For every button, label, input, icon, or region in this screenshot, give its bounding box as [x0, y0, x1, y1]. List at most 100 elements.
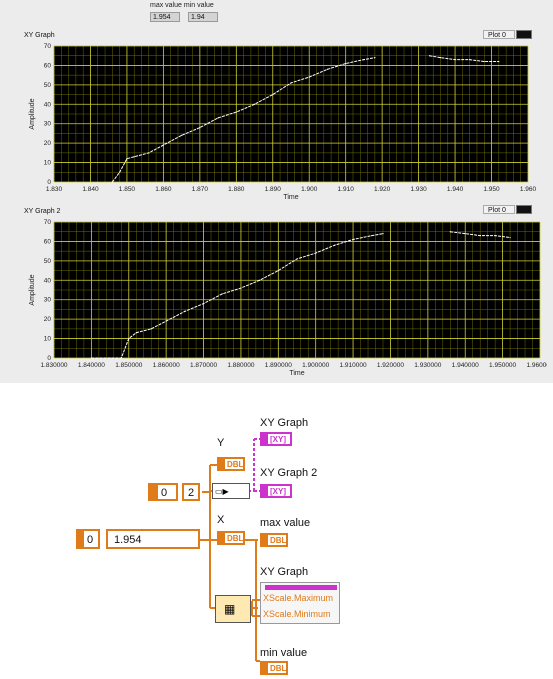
- y-axis-label: Amplitude: [29, 274, 36, 305]
- x-terminal[interactable]: DBL: [217, 531, 245, 545]
- prop-xscale-maximum[interactable]: XScale.Maximum: [263, 593, 333, 603]
- data-point: [333, 244, 335, 246]
- data-point: [382, 233, 384, 235]
- y-tick-label: 50: [44, 82, 52, 89]
- indicator-header: max value min value: [150, 2, 214, 9]
- data-point: [498, 60, 500, 63]
- const-2[interactable]: 2: [182, 483, 200, 501]
- data-point: [202, 303, 205, 305]
- y-tick-label: 30: [44, 297, 52, 304]
- index-constant[interactable]: 0: [148, 483, 178, 501]
- max-value-terminal[interactable]: DBL: [260, 533, 288, 547]
- x-tick-label: 1.890000: [265, 362, 292, 369]
- data-point: [259, 279, 261, 281]
- graph2-plot-swatch[interactable]: [516, 205, 532, 214]
- graph1-plot-legend[interactable]: Plot 0: [483, 30, 515, 39]
- prop-xscale-minimum[interactable]: XScale.Minimum: [263, 609, 331, 619]
- data-point: [165, 320, 167, 322]
- y-tick-label: 70: [44, 43, 52, 50]
- x-tick-label: 1.860000: [153, 362, 180, 369]
- x-terminal-label: X: [217, 514, 225, 526]
- block-diagram: XY Graph [XY] XY Graph 2 [XY] Y DBL X DB…: [0, 383, 553, 679]
- data-point: [90, 357, 92, 359]
- data-point: [449, 231, 451, 233]
- x-tick-label: 1.920: [374, 186, 391, 193]
- y-terminal[interactable]: DBL: [217, 457, 245, 471]
- x-tick-label: 1.950: [483, 186, 500, 193]
- xy-graph-2[interactable]: 1.830000 1.840000 1.850000 1.860000 1.870000…: [22, 216, 547, 381]
- property-node-header: [265, 585, 337, 590]
- max-value-terminal-type: DBL: [270, 536, 287, 545]
- data-point: [240, 287, 242, 289]
- max-value-terminal-label: max value: [260, 517, 311, 529]
- data-point: [148, 152, 150, 154]
- y-tick-label: 40: [44, 101, 52, 108]
- x-terminal-type: DBL: [227, 534, 244, 543]
- data-point: [352, 238, 354, 241]
- y-tick-label: 50: [44, 258, 52, 265]
- data-point: [199, 127, 201, 129]
- x-tick-label: 1.840000: [78, 362, 105, 369]
- x-tick-label: 1.960000: [526, 362, 547, 369]
- data-point: [308, 76, 310, 78]
- xy-graph-1[interactable]: 1.830 1.840 1.850 1.860 1.870 1.880 1.890 1.900…: [22, 40, 542, 205]
- y-tick-label: 60: [44, 62, 52, 69]
- data-point: [469, 59, 471, 61]
- y-tick-label: 0: [47, 355, 51, 362]
- data-point: [374, 57, 376, 59]
- data-point: [221, 293, 223, 295]
- array-value: 1.954: [114, 534, 142, 546]
- x-tick-label: 1.870: [192, 186, 209, 193]
- array-max-min-icon: ▦: [224, 602, 236, 616]
- x-tick-label: 1.930: [410, 186, 427, 193]
- xy-graph-terminal-label: XY Graph: [260, 417, 309, 429]
- index-value: 0: [161, 487, 168, 499]
- min-value-terminal[interactable]: DBL: [260, 661, 288, 675]
- data-point: [363, 59, 365, 61]
- graph1-plot-swatch[interactable]: [516, 30, 532, 39]
- array-max-min-node[interactable]: ▦: [215, 595, 251, 623]
- array-value-constant[interactable]: 1.954: [106, 529, 200, 549]
- graph2-plot-legend[interactable]: Plot 0: [483, 205, 515, 214]
- array-index-value: 0: [87, 534, 94, 546]
- data-point: [184, 310, 186, 312]
- min-value-terminal-type: DBL: [270, 664, 287, 673]
- data-point: [326, 68, 329, 70]
- array-index-constant[interactable]: 0: [76, 529, 100, 549]
- x-tick-label: 1.840: [82, 186, 99, 193]
- bundle-node[interactable]: ▭▶: [212, 483, 250, 499]
- property-node-label: XY Graph: [260, 566, 309, 578]
- max-value-indicator[interactable]: 1.954: [150, 12, 180, 22]
- xy-graph-property-node[interactable]: XScale.Maximum XScale.Minimum: [260, 582, 340, 624]
- xy-graph-terminal[interactable]: [XY]: [260, 432, 292, 446]
- x-tick-label: 1.830: [46, 186, 63, 193]
- data-point: [111, 181, 113, 183]
- x-tick-label: 1.910000: [340, 362, 367, 369]
- data-point: [133, 156, 135, 158]
- x-axis-label: Time: [289, 370, 304, 377]
- array-index-icon: [78, 531, 84, 547]
- y-axis-label: Amplitude: [29, 98, 36, 129]
- y-tick-label: 10: [44, 160, 52, 167]
- front-panel: max value min value 1.954 1.94 XY Graph …: [0, 0, 553, 383]
- graph1-title: XY Graph: [24, 32, 55, 39]
- data-point: [120, 357, 122, 359]
- data-point: [315, 252, 317, 254]
- data-point: [126, 158, 128, 160]
- data-point: [150, 328, 152, 330]
- data-point: [483, 60, 485, 63]
- data-point: [181, 134, 183, 136]
- x-tick-label: 1.900000: [302, 362, 329, 369]
- data-point: [135, 332, 137, 334]
- data-point: [296, 258, 298, 260]
- data-point: [464, 233, 466, 235]
- y-tick-label: 20: [44, 316, 52, 323]
- graph2-title: XY Graph 2: [24, 208, 61, 215]
- xy-graph2-terminal[interactable]: [XY]: [260, 484, 292, 498]
- min-value-indicator[interactable]: 1.94: [188, 12, 218, 22]
- data-point: [235, 111, 237, 113]
- y-tick-label: 70: [44, 219, 52, 226]
- y-terminal-label: Y: [217, 437, 225, 449]
- data-point: [439, 57, 442, 59]
- const-2-value: 2: [188, 487, 195, 499]
